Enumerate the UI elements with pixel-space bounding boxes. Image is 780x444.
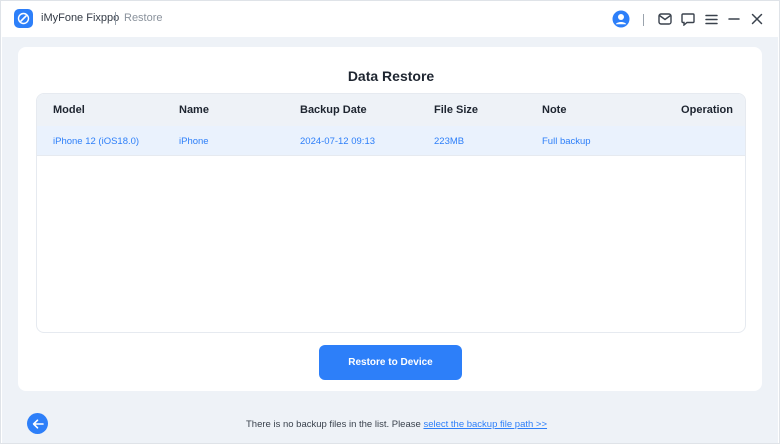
feedback-icon[interactable] bbox=[678, 9, 698, 29]
cell-backup-date: 2024-07-12 09:13 bbox=[300, 136, 376, 147]
header-name: Name bbox=[179, 104, 209, 116]
footer-message: There is no backup files in the list. Pl… bbox=[246, 419, 547, 430]
select-backup-path-link[interactable]: select the backup file path >> bbox=[423, 419, 547, 430]
close-icon[interactable] bbox=[747, 9, 767, 29]
controls-divider bbox=[643, 14, 644, 26]
app-window: iMyFone Fixppo Restore Data Restore Mode… bbox=[0, 0, 780, 444]
cell-model: iPhone 12 (iOS18.0) bbox=[53, 136, 140, 147]
table-header: Model Name Backup Date File Size Note Op… bbox=[37, 94, 745, 126]
header-model: Model bbox=[53, 104, 85, 116]
user-avatar-icon[interactable] bbox=[611, 9, 631, 29]
menu-icon[interactable] bbox=[701, 9, 721, 29]
back-button[interactable] bbox=[27, 413, 48, 434]
backup-table: Model Name Backup Date File Size Note Op… bbox=[36, 93, 746, 333]
app-name: iMyFone Fixppo bbox=[41, 12, 120, 24]
cell-file-size: 223MB bbox=[434, 136, 465, 147]
page-title: Data Restore bbox=[347, 68, 435, 84]
header-operation: Operation bbox=[681, 104, 733, 116]
mail-icon[interactable] bbox=[655, 9, 675, 29]
cell-note: Full backup bbox=[542, 136, 591, 147]
restore-to-device-button[interactable]: Restore to Device bbox=[319, 345, 462, 380]
cell-name: iPhone bbox=[179, 136, 209, 147]
title-bar: iMyFone Fixppo Restore bbox=[1, 1, 779, 37]
arrow-left-icon bbox=[32, 418, 44, 429]
header-backup-date: Backup Date bbox=[300, 104, 367, 116]
footer-text: There is no backup files in the list. Pl… bbox=[246, 419, 424, 430]
section-name: Restore bbox=[124, 12, 163, 24]
title-divider bbox=[115, 12, 116, 25]
header-note: Note bbox=[542, 104, 567, 116]
minimize-icon[interactable] bbox=[724, 9, 744, 29]
app-logo-icon bbox=[14, 9, 33, 28]
header-file-size: File Size bbox=[434, 104, 479, 116]
table-row[interactable]: iPhone 12 (iOS18.0) iPhone 2024-07-12 09… bbox=[37, 126, 745, 156]
